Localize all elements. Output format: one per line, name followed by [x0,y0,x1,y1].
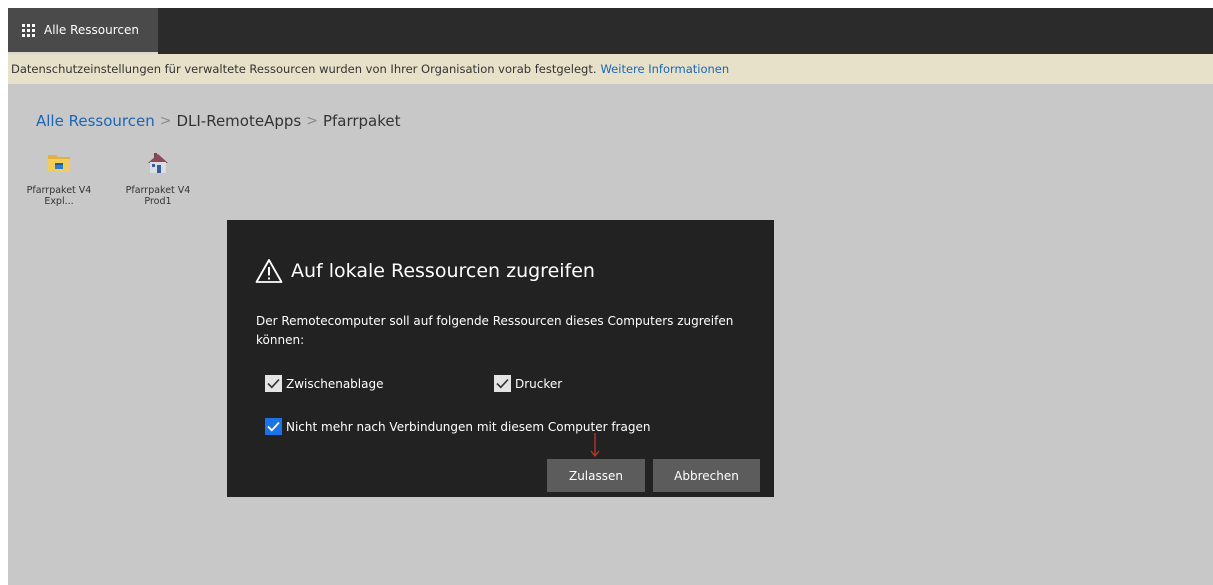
tile-label: Pfarrpaket V4 Expl... [26,185,92,207]
folder-explorer-icon [48,155,70,172]
local-resources-dialog: Auf lokale Ressourcen zugreifen Der Remo… [227,220,774,497]
checkbox-box[interactable] [494,375,511,392]
breadcrumb-dli-remoteapps[interactable]: DLI-RemoteApps [176,112,301,130]
checkbox-clipboard[interactable]: Zwischenablage [265,375,383,392]
top-bar: Alle Ressourcen [8,8,1213,54]
remote-resources-app: Alle Ressourcen Datenschutzeinstellungen… [8,8,1213,585]
privacy-notice-bar: Datenschutzeinstellungen für verwaltete … [8,54,1213,84]
dialog-title: Auf lokale Ressourcen zugreifen [255,258,595,284]
more-info-link[interactable]: Weitere Informationen [600,62,729,76]
breadcrumb-separator: > [159,113,172,129]
breadcrumb-all-resources[interactable]: Alle Ressourcen [36,112,155,130]
breadcrumb: Alle Ressourcen > DLI-RemoteApps > Pfarr… [36,112,401,130]
checkbox-box[interactable] [265,375,282,392]
checkmark-icon [267,378,280,389]
grid-icon [22,23,35,37]
resource-tile-prod1[interactable]: Pfarrpaket V4 Prod1 [125,150,191,207]
checkbox-label: Drucker [515,376,563,391]
checkmark-icon [267,421,280,432]
dialog-description: Der Remotecomputer soll auf folgende Res… [256,314,734,347]
dialog-title-text: Auf lokale Ressourcen zugreifen [291,260,595,282]
breadcrumb-separator: > [306,113,318,129]
pointer-arrow-icon [590,433,600,458]
resource-tile-explorer[interactable]: Pfarrpaket V4 Expl... [26,150,92,207]
tab-label: Alle Ressourcen [44,23,139,37]
checkbox-printer[interactable]: Drucker [494,375,562,392]
notice-text: Datenschutzeinstellungen für verwaltete … [11,62,597,76]
checkbox-label: Nicht mehr nach Verbindungen mit diesem … [286,419,651,434]
house-app-icon [148,153,168,173]
breadcrumb-current: Pfarrpaket [322,112,401,130]
checkbox-box[interactable] [265,418,282,435]
cancel-button[interactable]: Abbrechen [653,459,760,492]
allow-button[interactable]: Zulassen [547,459,645,492]
tab-all-resources[interactable]: Alle Ressourcen [8,8,158,54]
checkbox-label: Zwischenablage [286,376,384,391]
checkmark-icon [496,378,509,389]
warning-icon [255,259,283,283]
tile-label: Pfarrpaket V4 Prod1 [125,185,191,207]
